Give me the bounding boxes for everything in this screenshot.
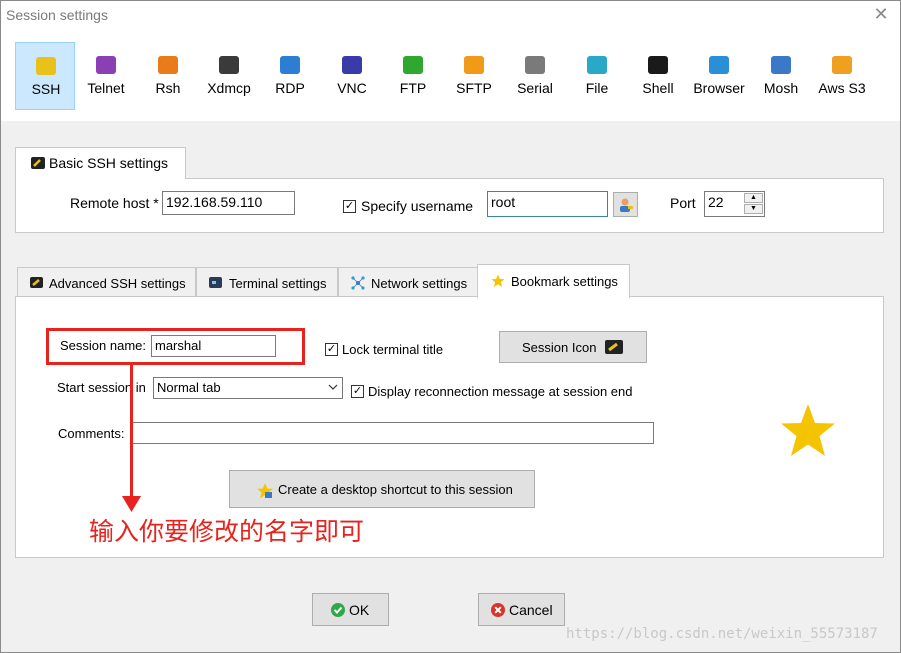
- session-icon-button[interactable]: Session Icon: [499, 331, 647, 363]
- protocol-label: Aws S3: [818, 80, 866, 96]
- ok-button[interactable]: OK: [312, 593, 389, 626]
- aws-s3-icon: [832, 56, 852, 74]
- start-session-select[interactable]: Normal tab: [153, 377, 343, 399]
- tab-network-settings[interactable]: Network settings: [338, 267, 478, 297]
- bookmark-star-icon: [781, 404, 835, 456]
- browser-icon: [709, 56, 729, 74]
- display-reconnect-checkbox[interactable]: ✓: [351, 385, 364, 398]
- annotation-arrow-head: [122, 496, 141, 512]
- star-icon: [491, 274, 505, 287]
- protocol-rsh[interactable]: Rsh: [138, 42, 198, 110]
- protocol-xdmcp[interactable]: Xdmcp: [199, 42, 259, 110]
- tab-terminal-settings[interactable]: Terminal settings: [196, 267, 338, 297]
- ftp-icon: [403, 56, 423, 74]
- protocol-ftp[interactable]: FTP: [383, 42, 443, 110]
- rdp-icon: [280, 56, 300, 74]
- network-icon: [351, 276, 365, 290]
- specify-username-checkbox[interactable]: ✓: [343, 200, 356, 213]
- cancel-button[interactable]: Cancel: [478, 593, 565, 626]
- tab-label: Advanced SSH settings: [49, 276, 186, 291]
- xdmcp-icon: [219, 56, 239, 74]
- tab-label: Basic SSH settings: [49, 155, 169, 171]
- protocol-file[interactable]: File: [567, 42, 627, 110]
- port-value: 22: [708, 194, 724, 210]
- telnet-icon: [96, 56, 116, 74]
- cancel-label: Cancel: [509, 602, 553, 618]
- rsh-icon: [158, 56, 178, 74]
- remote-host-label: Remote host *: [70, 195, 159, 211]
- port-down-arrow[interactable]: ▼: [744, 204, 763, 214]
- session-icon-label: Session Icon: [522, 340, 597, 355]
- tab-bookmark-settings[interactable]: Bookmark settings: [477, 264, 630, 298]
- tab-label: Bookmark settings: [511, 274, 618, 289]
- user-icon: [620, 198, 633, 212]
- protocol-telnet[interactable]: Telnet: [76, 42, 136, 110]
- watermark-text: https://blog.csdn.net/weixin_55573187: [566, 626, 878, 642]
- mosh-icon: [771, 56, 791, 74]
- comments-label: Comments:: [58, 426, 125, 441]
- highlight-box: [46, 328, 305, 365]
- port-up-arrow[interactable]: ▲: [744, 193, 763, 203]
- title-bar: [1, 1, 900, 31]
- ok-label: OK: [349, 602, 370, 618]
- remote-host-input[interactable]: 192.168.59.110: [162, 191, 295, 215]
- serial-icon: [525, 56, 545, 74]
- protocol-mosh[interactable]: Mosh: [751, 42, 811, 110]
- protocol-vnc[interactable]: VNC: [322, 42, 382, 110]
- terminal-icon: [209, 277, 222, 288]
- key-icon: [31, 157, 45, 169]
- protocol-rdp[interactable]: RDP: [260, 42, 320, 110]
- protocol-shell[interactable]: Shell: [628, 42, 688, 110]
- annotation-text: 输入你要修改的名字即可: [89, 517, 365, 546]
- lock-terminal-label: Lock terminal title: [342, 342, 444, 357]
- chevron-down-icon: [328, 384, 338, 390]
- specify-username-label: Specify username: [361, 198, 474, 214]
- star-icon: [257, 483, 273, 499]
- annotation-arrow-line: [130, 365, 133, 500]
- lock-terminal-checkbox[interactable]: ✓: [325, 343, 338, 356]
- protocol-browser[interactable]: Browser: [689, 42, 749, 110]
- port-label: Port: [670, 195, 696, 211]
- cancel-icon: [491, 603, 505, 617]
- user-picker-button[interactable]: [613, 192, 638, 217]
- username-input[interactable]: root: [487, 191, 608, 217]
- tab-joint: [16, 178, 185, 180]
- close-icon[interactable]: ✕: [872, 4, 890, 24]
- tab-advanced-ssh-settings[interactable]: Advanced SSH settings: [17, 267, 196, 297]
- window-title: Session settings: [6, 7, 108, 23]
- protocol-ssh[interactable]: SSH: [15, 42, 75, 110]
- key-icon: [36, 57, 56, 75]
- create-shortcut-button[interactable]: Create a desktop shortcut to this sessio…: [229, 470, 535, 508]
- protocol-aws-s3[interactable]: Aws S3: [812, 42, 872, 110]
- start-session-value: Normal tab: [157, 380, 221, 395]
- file-icon: [587, 56, 607, 74]
- comments-input[interactable]: [132, 422, 654, 444]
- key-icon: [30, 277, 43, 288]
- shell-icon: [648, 56, 668, 74]
- create-shortcut-label: Create a desktop shortcut to this sessio…: [278, 482, 513, 497]
- tab-basic-ssh-settings[interactable]: Basic SSH settings: [15, 147, 186, 179]
- protocol-serial[interactable]: Serial: [505, 42, 565, 110]
- tab-label: Network settings: [371, 276, 468, 291]
- check-icon: [331, 603, 345, 617]
- display-reconnect-label: Display reconnection message at session …: [368, 384, 633, 399]
- key-icon: [605, 340, 623, 354]
- sftp-icon: [464, 56, 484, 74]
- vnc-icon: [342, 56, 362, 74]
- tab-label: Terminal settings: [229, 276, 327, 291]
- protocol-sftp[interactable]: SFTP: [444, 42, 504, 110]
